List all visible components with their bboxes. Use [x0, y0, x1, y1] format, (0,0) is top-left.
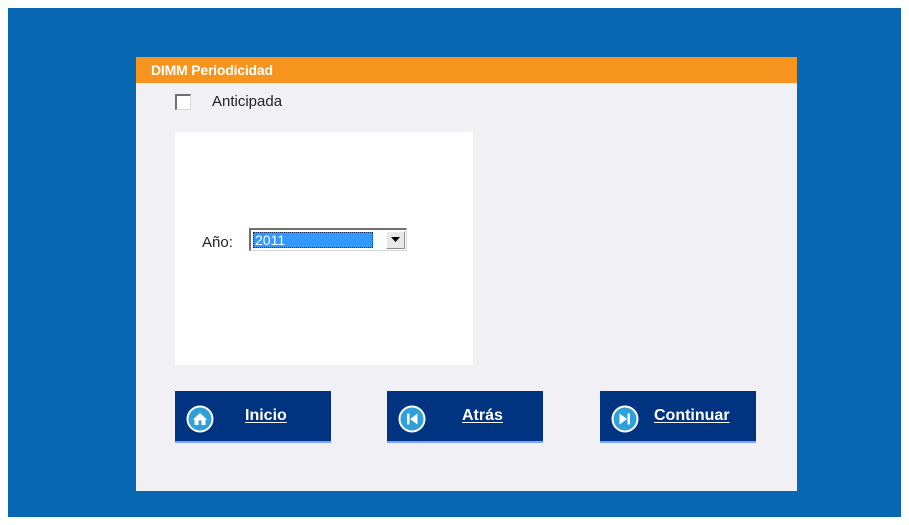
year-label: Año: — [202, 234, 233, 251]
year-select[interactable]: 2011 — [249, 228, 407, 251]
dimm-periodicidad-dialog: DIMM Periodicidad Anticipada Año: 2011 I… — [136, 57, 797, 491]
inicio-button[interactable]: Inicio — [175, 391, 331, 443]
anticipada-label[interactable]: Anticipada — [212, 93, 282, 110]
continuar-button[interactable]: Continuar — [600, 391, 756, 443]
continuar-label: Continuar — [654, 407, 730, 424]
year-panel: Año: 2011 — [175, 132, 473, 365]
year-selected-value[interactable]: 2011 — [253, 232, 373, 248]
title-bar: DIMM Periodicidad — [136, 57, 797, 83]
chevron-down-icon — [391, 237, 400, 242]
skip-back-icon — [398, 405, 426, 433]
skip-forward-icon — [611, 405, 639, 433]
inicio-label: Inicio — [245, 407, 287, 424]
home-icon — [186, 405, 214, 433]
dropdown-arrow-button[interactable] — [386, 231, 405, 249]
atras-label: Atrás — [462, 407, 503, 424]
window-title: DIMM Periodicidad — [151, 62, 273, 78]
atras-button[interactable]: Atrás — [387, 391, 543, 443]
anticipada-checkbox[interactable] — [175, 94, 191, 110]
